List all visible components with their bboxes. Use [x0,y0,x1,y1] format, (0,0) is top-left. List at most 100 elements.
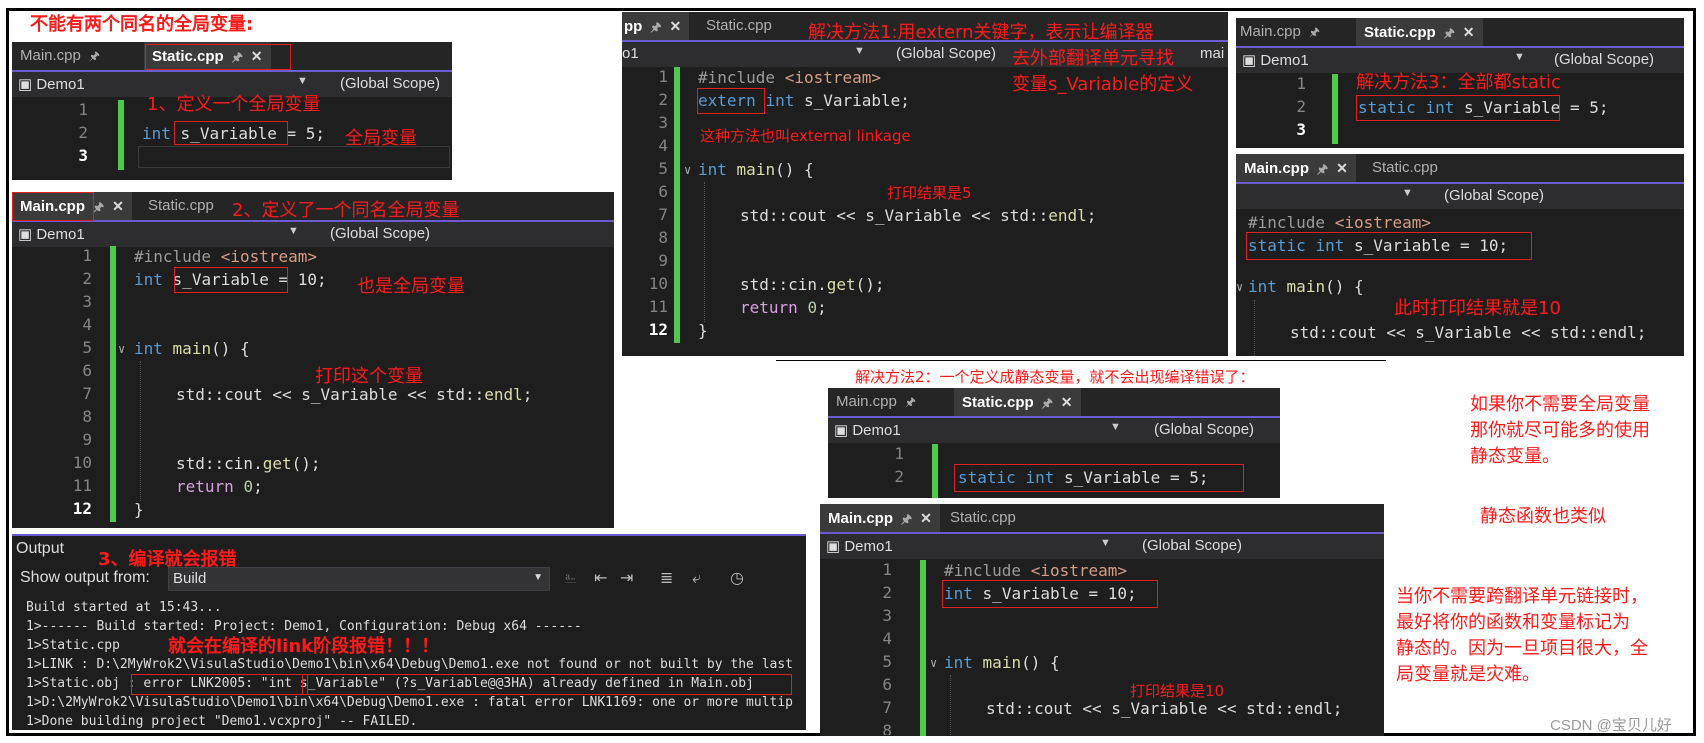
code-area[interactable]: 1 2 3 4 5 6 7 8 9 10 11 12 #include <ios… [622,67,1228,356]
code-area[interactable]: 1 2 static int s_Variable = 5; [828,444,1280,498]
close-icon[interactable]: ✕ [1463,24,1475,40]
line-number: 1 [82,246,92,265]
pin-icon[interactable]: 🖈 [650,20,661,34]
line-number: 1 [894,444,904,463]
code-line-1: #include <iostream> [944,561,1128,580]
code-line-5: int main() { [698,160,814,179]
code-area[interactable]: #include <iostream> static int s_Variabl… [1236,212,1684,356]
close-icon[interactable]: ✕ [1336,160,1348,176]
note-line: 静态函数也类似 [1480,506,1606,527]
tab-static-cpp[interactable]: Static.cpp 🖈 ✕ [954,388,1081,416]
tab-static-cpp[interactable]: Static.cpp 🖈 ✕ [1356,18,1483,46]
scope-dropdown[interactable]: (Global Scope) [340,75,440,92]
scope-dropdown[interactable]: (Global Scope) [1554,51,1654,68]
line-number: 8 [82,407,92,426]
prev-message-icon[interactable]: ⇤ [594,568,607,587]
pin-icon[interactable]: 🖈 [93,200,104,214]
tab-main-cpp[interactable]: pp 🖈 ✕ [622,12,690,40]
change-bar [110,246,116,522]
project-dropdown[interactable]: ▣ Demo1 [18,75,85,93]
highlight-box [131,674,308,695]
tab-main-cpp[interactable]: Main.cpp 🖈 [828,388,924,416]
close-icon[interactable]: ✕ [669,18,681,34]
code-line-5: int main() { [1248,277,1364,296]
scope-dropdown[interactable]: (Global Scope) [330,225,430,242]
annotation: 去外部翻译单元寻找 [1012,48,1174,69]
output-line: 1>LINK : D:\2MyWrok2\VisulaStudio\Demo1\… [26,657,794,672]
collapse-icon[interactable]: ∨ [1236,276,1243,298]
line-number: 7 [882,698,892,717]
chevron-down-icon[interactable]: ▼ [288,225,299,237]
chevron-down-icon[interactable]: ▼ [1110,421,1121,433]
clock-icon[interactable]: ◷ [730,568,744,587]
project-dropdown[interactable]: ▣ Demo1 [1242,51,1309,69]
collapse-icon[interactable]: ∨ [118,338,125,360]
output-line: Build started at 15:43... [26,600,222,615]
tab-static-cpp[interactable]: Static.cpp [942,504,1024,532]
scope-dropdown[interactable]: (Global Scope) [1154,421,1254,438]
annotation: 就会在编译的link阶段报错！！！ [168,636,440,657]
note-line: 当你不需要跨翻译单元链接时， [1396,586,1648,607]
word-wrap-icon[interactable]: ⤶ [692,568,701,588]
highlight-box [1246,232,1532,260]
project-dropdown[interactable]: ▣ Demo1 [18,225,85,243]
chevron-down-icon[interactable]: ▼ [1402,187,1413,199]
line-number: 3 [882,606,892,625]
pin-icon[interactable]: 🖈 [905,395,916,409]
line-number: 1 [78,100,88,119]
annotation: 2、定义了一个同名全局变量 [232,200,460,221]
line-number: 2 [658,90,668,109]
change-bar [1332,74,1338,144]
chevron-down-icon[interactable]: ▼ [1100,537,1111,549]
close-icon[interactable]: ✕ [1061,394,1073,410]
collapse-icon[interactable]: ∨ [684,159,691,181]
project-dropdown[interactable]: ▣ Demo1 [826,537,893,555]
scope-dropdown[interactable]: (Global Scope) [896,45,996,62]
scope-dropdown[interactable]: (Global Scope) [1444,187,1544,204]
find-icon[interactable]: ⎁ [564,568,577,588]
chevron-down-icon[interactable]: ▼ [854,45,865,57]
next-message-icon[interactable]: ⇥ [620,568,633,587]
tab-static-cpp[interactable]: Static.cpp [140,192,222,220]
code-area[interactable]: 1 2 3 4 5 6 7 8 #include <iostream> int … [820,560,1384,736]
tab-main-cpp[interactable]: Main.cpp 🖈 [1236,18,1328,46]
tab-main-cpp[interactable]: Main.cpp 🖈 [12,42,108,70]
divider [12,534,806,536]
tab-bar: Main.cpp 🖈 ✕ Static.cpp [1236,154,1684,184]
tab-static-cpp[interactable]: Static.cpp [1364,154,1446,182]
collapse-icon[interactable]: ∨ [930,652,937,674]
pin-icon[interactable]: 🖈 [1317,162,1328,176]
tab-static-cpp[interactable]: Static.cpp [698,12,780,40]
line-number: 3 [1296,120,1306,139]
pin-icon[interactable]: 🖈 [901,512,912,526]
chevron-down-icon[interactable]: ▼ [297,75,308,87]
pin-icon[interactable]: 🖈 [1042,396,1053,410]
clear-all-icon[interactable]: ≣ [660,568,673,587]
function-dropdown[interactable]: mai [1200,45,1224,62]
line-number: 2 [1296,97,1306,116]
tab-main-cpp[interactable]: Main.cpp 🖈 ✕ [1236,154,1356,182]
line-number: 6 [658,182,668,201]
annotation: 解决方法2：一个定义成静态变量，就不会出现编译错误了： [855,368,1255,386]
line-number: 5 [658,159,668,178]
close-icon[interactable]: ✕ [112,198,124,214]
annotation: 此时打印结果就是10 [1394,298,1561,319]
close-icon[interactable]: ✕ [920,510,932,526]
chevron-down-icon: ▼ [533,572,543,583]
pin-icon[interactable]: 🖈 [89,49,100,63]
pin-icon[interactable]: 🖈 [1444,26,1455,40]
tab-bar: Main.cpp 🖈 Static.cpp 🖈 ✕ [1236,18,1684,48]
pin-icon[interactable]: 🖈 [1309,25,1320,39]
tab-main-cpp[interactable]: Main.cpp 🖈 ✕ [820,504,940,532]
code-line-5: int main() { [134,339,250,358]
scope-dropdown[interactable]: (Global Scope) [1142,537,1242,554]
chevron-down-icon[interactable]: ▼ [1514,51,1525,63]
indent-guide [950,675,951,735]
project-dropdown[interactable]: ▣ Demo1 [834,421,901,439]
line-number: 2 [78,123,88,142]
project-dropdown[interactable]: o1 [622,45,639,62]
show-output-label: Show output from: [20,569,150,586]
line-number: 7 [658,205,668,224]
navigation-bar: ▼ (Global Scope) [1236,184,1684,209]
code-area[interactable]: 1 2 3 4 5 6 7 8 9 10 11 12 #include <ios… [12,246,614,526]
